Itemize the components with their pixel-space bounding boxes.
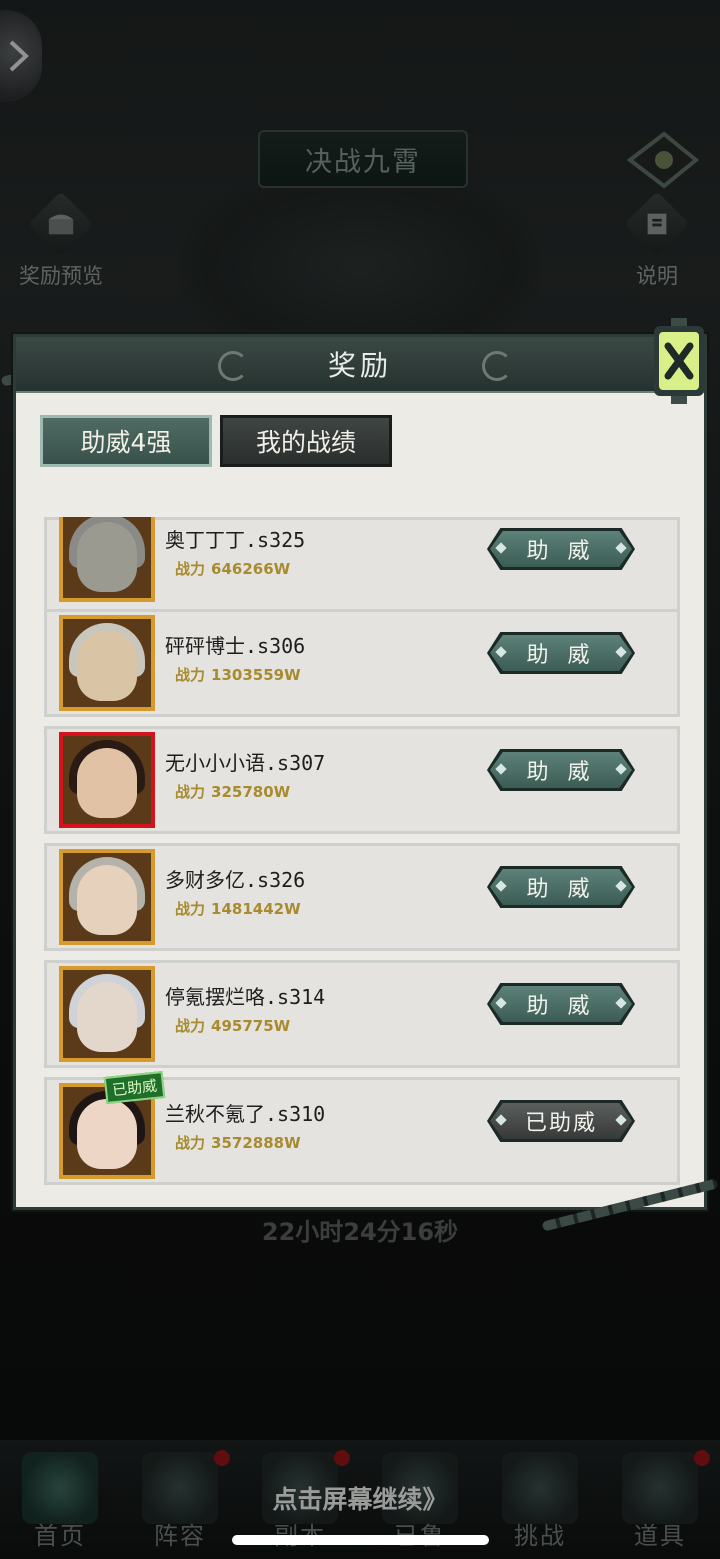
player-power: 战力 646266W bbox=[175, 560, 291, 578]
player-power: 战力 325780W bbox=[175, 783, 291, 801]
player-name: 砰砰博士.s306 bbox=[165, 634, 306, 658]
notification-dot bbox=[214, 1450, 230, 1466]
avatar bbox=[59, 517, 155, 602]
cheer-button[interactable]: 助 威 bbox=[487, 632, 635, 674]
cheer-button[interactable]: 助 威 bbox=[487, 983, 635, 1025]
list-item: 无小小小语.s307 战力 325780W 助 威 bbox=[44, 726, 680, 834]
player-name: 多财多亿.s326 bbox=[165, 868, 306, 892]
dialog-header: 奖励 bbox=[16, 337, 704, 393]
notification-dot bbox=[694, 1450, 710, 1466]
cheered-button[interactable]: 已助威 bbox=[487, 1100, 635, 1142]
reward-dialog: 奖励 助威4强 我的战绩 奥丁丁丁.s325 战力 646266W 助 威 砰砰… bbox=[13, 334, 707, 1210]
home-indicator[interactable] bbox=[232, 1535, 489, 1545]
avatar bbox=[59, 849, 155, 945]
cheer-button[interactable]: 助 威 bbox=[487, 866, 635, 908]
countdown-timer: 22小时24分16秒 bbox=[261, 1218, 459, 1246]
avatar bbox=[59, 615, 155, 711]
player-name: 无小小小语.s307 bbox=[165, 751, 326, 775]
tab-cheer-top4[interactable]: 助威4强 bbox=[40, 415, 212, 467]
helped-badge: 已助威 bbox=[103, 1070, 166, 1105]
player-power: 战力 3572888W bbox=[175, 1134, 301, 1152]
close-lantern-icon[interactable] bbox=[646, 318, 712, 404]
list-item: 砰砰博士.s306 战力 1303559W 助 威 bbox=[44, 609, 680, 717]
list-item: 停氪摆烂咯.s314 战力 495775W 助 威 bbox=[44, 960, 680, 1068]
list-item: 多财多亿.s326 战力 1481442W 助 威 bbox=[44, 843, 680, 951]
player-power: 战力 1481442W bbox=[175, 900, 301, 918]
cheer-button[interactable]: 助 威 bbox=[487, 528, 635, 570]
tab-bar: 助威4强 我的战绩 bbox=[40, 415, 392, 467]
player-name: 停氪摆烂咯.s314 bbox=[165, 985, 326, 1009]
player-name: 奥丁丁丁.s325 bbox=[165, 528, 306, 552]
tap-to-continue-hint[interactable]: 点击屏幕继续》 bbox=[0, 1480, 720, 1516]
avatar bbox=[59, 966, 155, 1062]
list-item: 已助威 兰秋不氪了.s310 战力 3572888W 已助威 bbox=[44, 1070, 680, 1185]
player-power: 战力 495775W bbox=[175, 1017, 291, 1035]
player-name: 兰秋不氪了.s310 bbox=[165, 1102, 326, 1126]
avatar bbox=[59, 732, 155, 828]
swirl-ornament-icon bbox=[218, 351, 248, 381]
notification-dot bbox=[334, 1450, 350, 1466]
tab-my-record[interactable]: 我的战绩 bbox=[220, 415, 392, 467]
dialog-title: 奖励 bbox=[327, 349, 392, 382]
swirl-ornament-icon bbox=[482, 351, 512, 381]
player-power: 战力 1303559W bbox=[175, 666, 301, 684]
player-list[interactable]: 奥丁丁丁.s325 战力 646266W 助 威 砰砰博士.s306 战力 1303… bbox=[44, 517, 680, 1187]
cheer-button[interactable]: 助 威 bbox=[487, 749, 635, 791]
